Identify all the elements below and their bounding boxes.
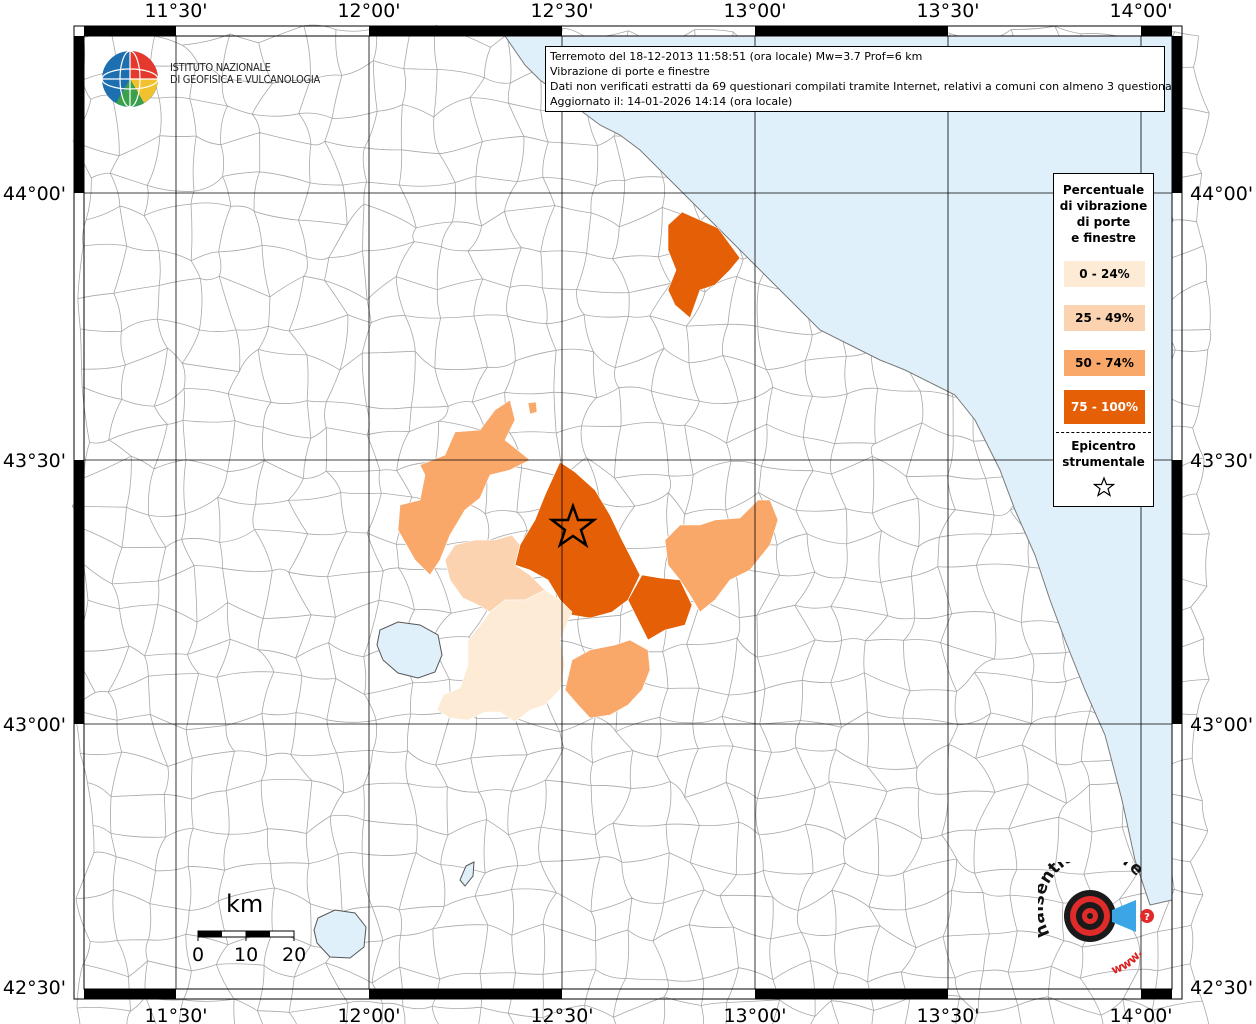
lon-label: 13°30' bbox=[916, 0, 979, 22]
star-icon bbox=[1093, 476, 1115, 497]
lat-label: 42°30' bbox=[1190, 977, 1253, 999]
legend-title-line: di vibrazione bbox=[1059, 199, 1148, 213]
lon-label: 13°00' bbox=[723, 1005, 786, 1024]
legend-class-label: 0 - 24% bbox=[1079, 267, 1130, 281]
hsit-watermark: haisentitoilterremoto.it www. ? bbox=[1038, 862, 1154, 977]
legend-class-label: 75 - 100% bbox=[1070, 400, 1139, 414]
ingv-globe-icon bbox=[101, 50, 159, 108]
legend-class-0-24: 0 - 24% bbox=[1064, 261, 1145, 287]
lat-label: 42°30' bbox=[3, 977, 66, 999]
scale-tick-label: 0 bbox=[192, 944, 205, 966]
lon-label: 12°00' bbox=[337, 1005, 400, 1024]
legend-title-line: di porte bbox=[1076, 215, 1131, 229]
lat-label: 44°00' bbox=[1190, 183, 1253, 205]
lon-label: 13°00' bbox=[723, 0, 786, 22]
legend: Percentuale di vibrazione di porte e fin… bbox=[1053, 173, 1154, 507]
lat-label: 44°00' bbox=[3, 183, 66, 205]
hsit-speaker-icon: ? bbox=[1064, 890, 1154, 942]
legend-class-75-100: 75 - 100% bbox=[1064, 390, 1145, 424]
lon-label: 11°30' bbox=[144, 1005, 207, 1024]
info-parameter: Vibrazione di porte e finestre bbox=[550, 65, 710, 78]
info-disclaimer: Dati non verificati estratti da 69 quest… bbox=[550, 80, 1183, 93]
scale-unit: km bbox=[226, 890, 264, 918]
legend-epicentre-line: Epicentro bbox=[1071, 439, 1136, 453]
legend-title-line: e finestre bbox=[1071, 231, 1136, 245]
ingv-logo-line2: DI GEOFISICA E VULCANOLOGIA bbox=[170, 73, 320, 86]
legend-epicentre-label: Epicentro strumentale bbox=[1054, 438, 1153, 470]
lon-label: 11°30' bbox=[144, 0, 207, 22]
info-updated: Aggiornato il: 14-01-2026 14:14 (ora loc… bbox=[550, 95, 793, 108]
legend-class-50-74: 50 - 74% bbox=[1064, 350, 1145, 376]
longitude-labels-top: 11°30' 12°00' 12°30' 13°00' 13°30' 14°00… bbox=[144, 0, 1172, 22]
info-event: Terremoto del 18-12-2013 11:58:51 (ora l… bbox=[550, 50, 923, 63]
legend-class-label: 50 - 74% bbox=[1075, 356, 1134, 370]
scale-tick-label: 10 bbox=[234, 944, 259, 966]
legend-class-25-49: 25 - 49% bbox=[1064, 305, 1145, 331]
legend-epicentre-line: strumentale bbox=[1062, 455, 1145, 469]
lon-label: 14°00' bbox=[1109, 0, 1172, 22]
lat-label: 43°00' bbox=[3, 714, 66, 736]
lat-label: 43°30' bbox=[1190, 450, 1253, 472]
legend-title-line: Percentuale bbox=[1062, 183, 1145, 197]
lon-label: 12°30' bbox=[530, 0, 593, 22]
info-box: Terremoto del 18-12-2013 11:58:51 (ora l… bbox=[545, 46, 1183, 112]
lat-label: 43°30' bbox=[3, 450, 66, 472]
svg-text:?: ? bbox=[1144, 912, 1150, 923]
lon-label: 13°30' bbox=[916, 1005, 979, 1024]
lon-label: 12°30' bbox=[530, 1005, 593, 1024]
scale-tick-label: 20 bbox=[282, 944, 307, 966]
latitude-labels-left: 44°00' 43°30' 43°00' 42°30' bbox=[3, 183, 66, 999]
legend-class-label: 25 - 49% bbox=[1075, 311, 1134, 325]
ingv-logo-text: ISTITUTO NAZIONALE DI GEOFISICA E VULCAN… bbox=[170, 62, 320, 86]
legend-divider bbox=[1056, 432, 1151, 433]
lon-label: 12°00' bbox=[337, 0, 400, 22]
legend-title: Percentuale di vibrazione di porte e fin… bbox=[1054, 182, 1153, 246]
lon-label: 14°00' bbox=[1109, 1005, 1172, 1024]
lat-label: 43°00' bbox=[1190, 714, 1253, 736]
latitude-labels-right: 44°00' 43°30' 43°00' 42°30' bbox=[1190, 183, 1253, 999]
hsit-www: www. bbox=[1109, 946, 1145, 977]
